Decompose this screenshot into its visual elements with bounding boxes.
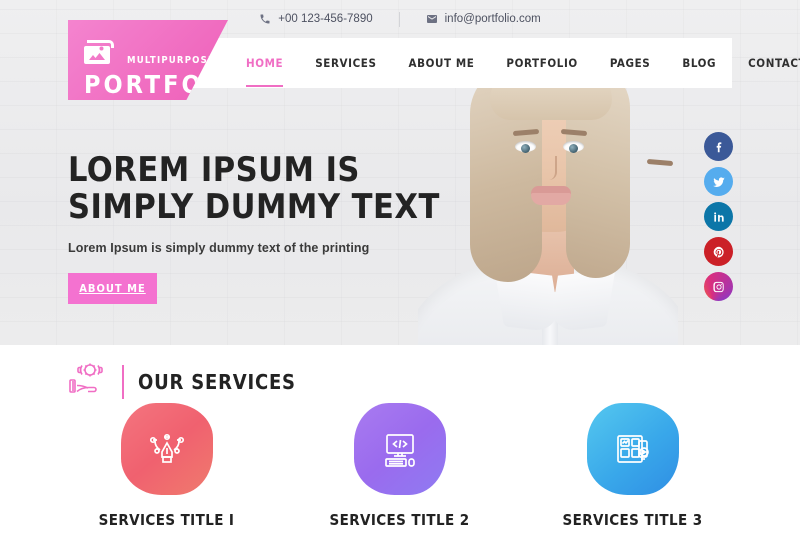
hero-headline: Lorem Ipsum Is Simply Dummy Text bbox=[68, 150, 440, 228]
hand-gear-support-icon bbox=[68, 359, 108, 404]
service-icon-badge-2 bbox=[353, 403, 446, 495]
nav-item-home[interactable]: Home bbox=[230, 56, 299, 87]
nav-item-pages[interactable]: Pages bbox=[594, 56, 667, 70]
social-linkedin-button[interactable] bbox=[704, 202, 733, 231]
section-title-divider bbox=[122, 364, 124, 399]
hero-copy: Lorem Ipsum Is Simply Dummy Text Lorem I… bbox=[68, 150, 440, 304]
email-text: info@portfolio.com bbox=[444, 13, 541, 25]
hero-headline-line1: Lorem Ipsum Is bbox=[68, 150, 360, 190]
facebook-icon bbox=[716, 141, 721, 152]
logo-inner: Multipurpose bbox=[84, 36, 215, 68]
social-twitter-button[interactable] bbox=[704, 167, 733, 196]
nav-item-contact-us[interactable]: Contact Us bbox=[732, 56, 800, 70]
social-rail bbox=[704, 132, 733, 301]
nav-item-blog[interactable]: Blog bbox=[666, 56, 732, 70]
service-card-title-3: Services Title 3 bbox=[562, 511, 703, 529]
services-section-header: Our Services bbox=[68, 359, 296, 404]
eyebrow-right bbox=[646, 158, 674, 167]
nav-item-services[interactable]: Services bbox=[299, 56, 392, 70]
contact-phone[interactable]: +00 123-456-7890 bbox=[233, 13, 398, 25]
primary-navigation: Home Services About Me Portfolio Pages B… bbox=[230, 56, 800, 87]
eye-left bbox=[515, 141, 536, 153]
dashboard-layout-icon bbox=[616, 435, 649, 463]
hero-subline: Lorem Ipsum is simply dummy text of the … bbox=[68, 240, 370, 255]
phone-text: +00 123-456-7890 bbox=[278, 13, 373, 25]
about-me-button[interactable]: About Me bbox=[68, 272, 157, 304]
code-monitor-icon bbox=[384, 434, 415, 467]
contact-email[interactable]: info@portfolio.com bbox=[400, 13, 567, 25]
eye-right bbox=[563, 141, 584, 153]
service-card-2[interactable]: Services Title 2 Lorem Ipsum is simply d… bbox=[283, 403, 516, 537]
social-pinterest-button[interactable] bbox=[704, 237, 733, 266]
services-section: Our Services Serv bbox=[0, 345, 800, 537]
nose bbox=[545, 156, 557, 180]
hero-headline-line2: Simply Dummy Text bbox=[68, 187, 440, 228]
linkedin-icon bbox=[713, 211, 724, 222]
envelope-icon bbox=[426, 15, 437, 23]
phone-icon bbox=[260, 14, 270, 24]
shirt-collar-right bbox=[548, 268, 616, 334]
logo-subtitle: Multipurpose bbox=[127, 55, 216, 66]
service-icon-badge-3 bbox=[586, 403, 679, 495]
twitter-icon bbox=[712, 176, 725, 187]
services-section-title: Our Services bbox=[138, 369, 296, 394]
iris-left bbox=[521, 144, 530, 153]
lip-lower bbox=[531, 193, 571, 205]
service-card-3[interactable]: Services Title 3 Lorem Ipsum is simply d… bbox=[516, 403, 749, 537]
social-instagram-button[interactable] bbox=[704, 272, 733, 301]
services-cards: Services Title I Lorem Ipsum is simply d… bbox=[50, 403, 750, 537]
pen-tool-icon bbox=[149, 433, 184, 463]
service-card-1[interactable]: Services Title I Lorem Ipsum is simply d… bbox=[50, 403, 283, 537]
service-icon-badge-1 bbox=[120, 403, 213, 495]
iris-right bbox=[569, 144, 578, 153]
pinterest-icon bbox=[713, 246, 724, 258]
service-card-title-1: Services Title I bbox=[98, 511, 235, 529]
nav-item-about-me[interactable]: About Me bbox=[393, 56, 491, 70]
social-facebook-button[interactable] bbox=[704, 132, 733, 161]
service-card-title-2: Services Title 2 bbox=[329, 511, 470, 529]
image-gallery-icon bbox=[84, 36, 120, 68]
page-root: Lorem Ipsum Is Simply Dummy Text Lorem I… bbox=[0, 0, 800, 537]
logo-subtitle-wrap: Multipurpose bbox=[127, 36, 215, 68]
nav-item-portfolio[interactable]: Portfolio bbox=[490, 56, 593, 70]
main-navbar: Home Services About Me Portfolio Pages B… bbox=[132, 38, 800, 88]
instagram-icon bbox=[712, 281, 724, 292]
hero-model-photo bbox=[418, 56, 678, 345]
